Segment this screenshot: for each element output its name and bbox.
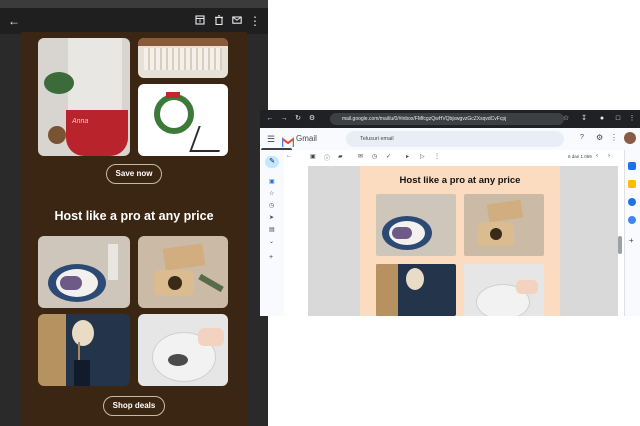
keep-icon[interactable] <box>628 180 636 188</box>
download-icon[interactable]: ↧ <box>578 113 590 125</box>
desktop-gmail-view: ← → ↻ ⚙ mail.google.com/mail/u/0/#inbox/… <box>260 110 640 316</box>
gmail-logo-icon <box>281 134 295 147</box>
add-label-icon[interactable]: + <box>269 254 273 261</box>
forward-icon[interactable]: → <box>278 113 290 125</box>
newer-chevron-icon[interactable]: ‹ <box>596 153 598 159</box>
help-icon[interactable]: ? <box>580 134 584 141</box>
contacts-icon[interactable] <box>628 216 636 224</box>
settings-gear-icon[interactable]: ⚙ <box>596 133 603 142</box>
drafts-icon[interactable]: ▤ <box>269 226 275 233</box>
table-setting-product-image[interactable] <box>38 236 130 308</box>
reload-icon[interactable]: ↻ <box>292 113 304 125</box>
back-to-inbox-icon[interactable]: ← <box>286 153 292 159</box>
snoozed-icon[interactable]: ◷ <box>269 202 274 209</box>
stocking-product-image[interactable]: Anna <box>38 38 130 156</box>
table-setting-product-image[interactable] <box>376 194 456 256</box>
calendar-icon[interactable] <box>628 162 636 170</box>
report-spam-icon[interactable]: ⓘ <box>324 153 330 162</box>
gift-box-product-image[interactable] <box>138 236 228 308</box>
address-bar[interactable]: mail.google.com/mail/u/0/#inbox/FMfcgzQw… <box>330 113 564 125</box>
starred-icon[interactable]: ☆ <box>269 190 274 197</box>
mark-unread-icon[interactable]: ✉ <box>358 153 363 160</box>
move-to-icon[interactable]: ▸ <box>406 153 409 160</box>
mail-icon[interactable] <box>229 13 245 29</box>
save-now-button[interactable]: Save now <box>106 164 162 184</box>
more-vert-icon[interactable]: ⋮ <box>626 113 638 125</box>
archive-icon[interactable] <box>192 13 208 29</box>
gmail-left-rail: ✎ ▣ ☆ ◷ ➤ ▤ ⌄ + <box>260 150 284 316</box>
more-chevron-down-icon[interactable]: ⌄ <box>269 238 274 245</box>
compose-pencil-icon[interactable]: ✎ <box>265 156 279 168</box>
trash-icon[interactable] <box>211 13 227 29</box>
bookmark-star-icon[interactable]: ☆ <box>560 113 572 125</box>
back-icon[interactable]: ← <box>264 113 276 125</box>
email-heading: Host like a pro at any price <box>399 175 521 186</box>
message-toolbar: ← ▣ ⓘ ▰ ✉ ◷ ✓ ▸ ▷ ⋮ 6 dari 1.069 ‹ › <box>284 150 624 164</box>
browser-toolbar: ← → ↻ ⚙ mail.google.com/mail/u/0/#inbox/… <box>260 110 640 128</box>
side-panel-rail: + <box>624 150 640 316</box>
microphone-icon[interactable]: ● <box>596 113 608 125</box>
apps-grid-icon[interactable]: ⋮ <box>610 133 618 142</box>
add-task-icon[interactable]: ✓ <box>386 153 391 160</box>
left-gutter <box>0 34 21 426</box>
section-heading: Host like a pro at any price <box>54 209 214 223</box>
older-chevron-icon[interactable]: › <box>608 153 610 159</box>
tasks-icon[interactable] <box>628 198 636 206</box>
mobile-gmail-view: ← ⋮ Anna Save now Host like a pro at any… <box>0 0 268 426</box>
screenshot-stage: ← ⋮ Anna Save now Host like a pro at any… <box>0 0 640 426</box>
macrame-product-image[interactable] <box>138 38 228 78</box>
more-vert-icon[interactable]: ⋮ <box>247 13 263 29</box>
vase-product-image[interactable] <box>38 314 130 386</box>
wreath-product-image[interactable] <box>138 84 228 156</box>
extensions-icon[interactable]: □ <box>612 113 624 125</box>
more-vert-icon[interactable]: ⋮ <box>434 153 440 160</box>
vase-product-image[interactable] <box>376 264 456 316</box>
platter-product-image[interactable] <box>138 314 228 386</box>
shop-deals-button[interactable]: Shop deals <box>103 396 165 416</box>
platter-product-image[interactable] <box>464 264 544 316</box>
gmail-app-name: Gmail <box>296 134 317 143</box>
delete-icon[interactable]: ▰ <box>338 153 343 160</box>
snooze-icon[interactable]: ◷ <box>372 153 377 160</box>
add-addon-icon[interactable]: + <box>629 236 634 245</box>
archive-icon[interactable]: ▣ <box>310 153 316 160</box>
status-bar <box>0 0 268 8</box>
site-info-icon[interactable]: ⚙ <box>306 113 318 125</box>
mobile-app-bar: ← ⋮ <box>0 8 268 34</box>
gmail-header: ☰ Gmail Telusuri email ⚲ ☰ ? ⚙ ⋮ <box>260 128 640 160</box>
scrollbar-thumb[interactable] <box>618 236 622 254</box>
search-input[interactable]: Telusuri email <box>346 131 564 147</box>
inbox-icon[interactable]: ▣ <box>269 178 275 185</box>
back-arrow-icon[interactable]: ← <box>6 13 22 29</box>
gift-box-product-image[interactable] <box>464 194 544 256</box>
sent-icon[interactable]: ➤ <box>269 214 274 221</box>
avatar[interactable] <box>624 132 636 144</box>
label-icon[interactable]: ▷ <box>420 153 425 160</box>
pagination-count: 6 dari 1.069 <box>568 154 592 159</box>
main-menu-icon[interactable]: ☰ <box>267 133 279 145</box>
